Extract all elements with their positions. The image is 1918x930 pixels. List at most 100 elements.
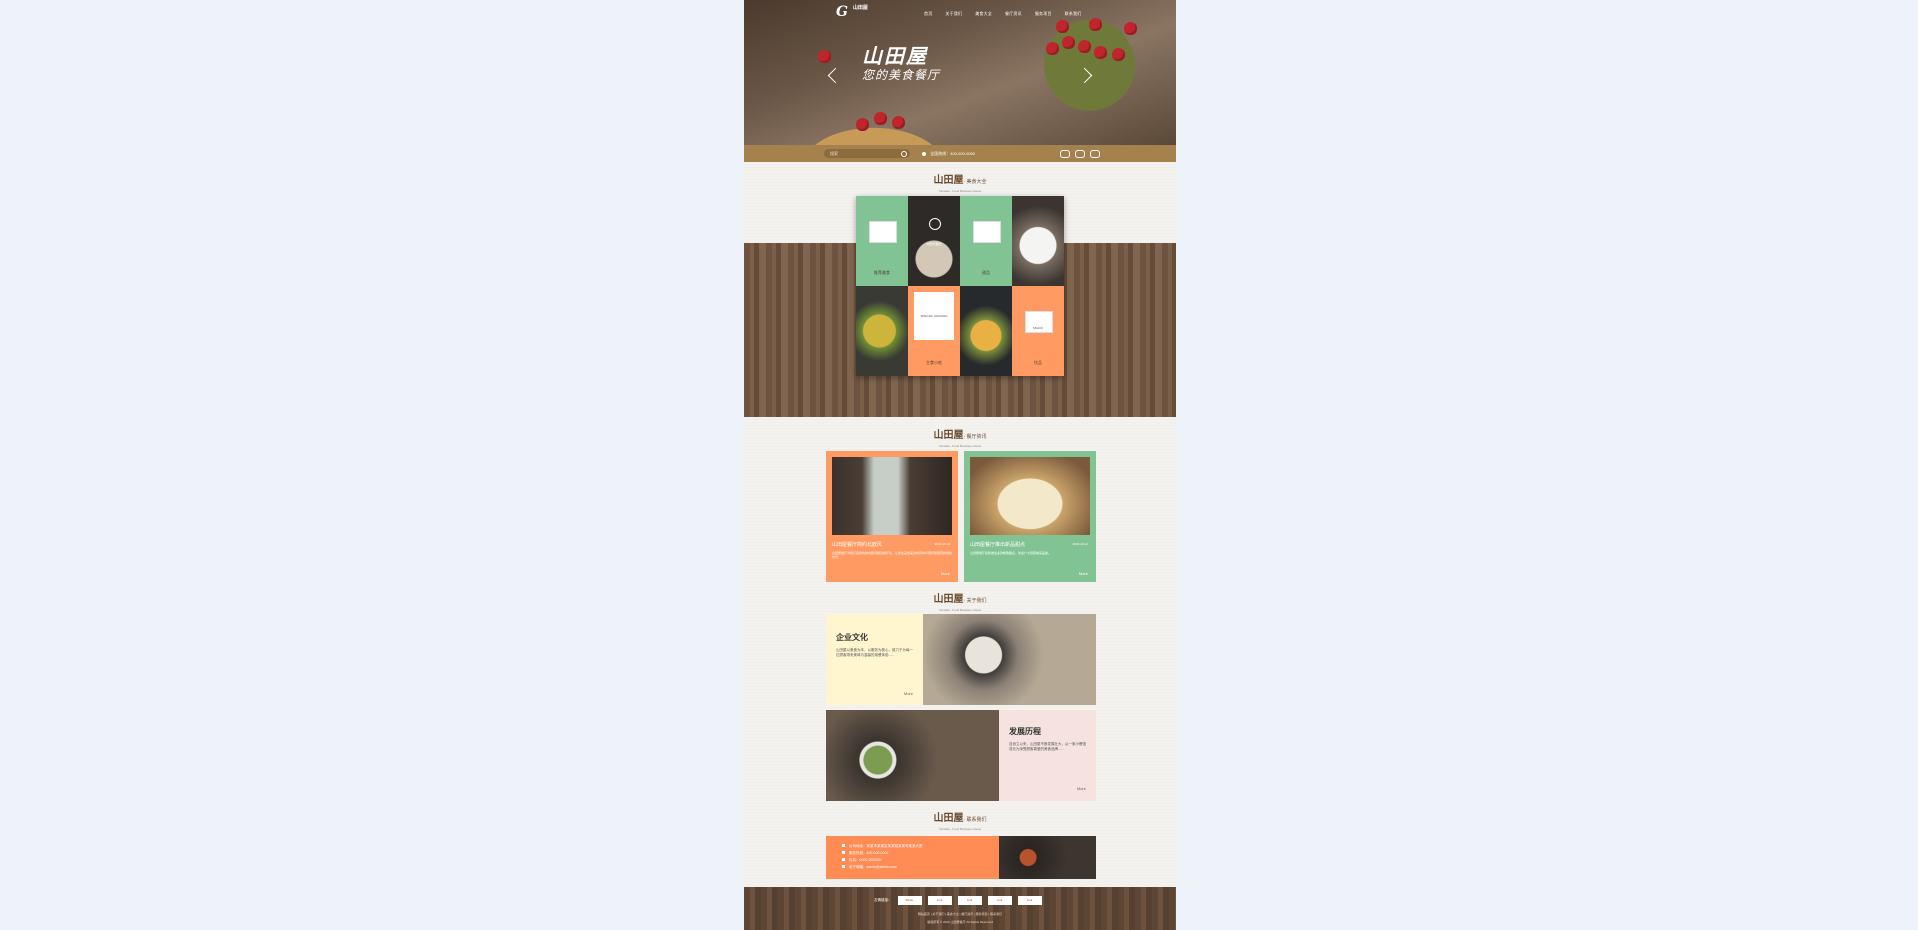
news-image (832, 457, 952, 535)
news-more-link[interactable]: More (941, 571, 950, 576)
section-title: 山田屋 (933, 813, 964, 824)
culture-panel: 企业文化 山田屋以美食为本，以服务为核心，致力于为每一位顾客带来美味与温馨的用餐… (826, 614, 923, 705)
strawberry-decor (1046, 42, 1059, 55)
culture-text: 山田屋以美食为本，以服务为核心，致力于为每一位顾客带来美味与温馨的用餐体验...… (836, 648, 913, 657)
section-subtitle: · 关于我们 (963, 598, 987, 604)
menu-tile[interactable] (960, 286, 1012, 376)
nav-item-contact[interactable]: 联系我们 (1065, 11, 1082, 17)
menu-tile[interactable]: SPECIAL CHICKEN 主食小吃 (908, 286, 960, 376)
strawberry-decor (1078, 40, 1091, 53)
food-photo (856, 286, 908, 376)
menu-tile[interactable]: 中西式餐饮 (908, 196, 960, 286)
section-en: Yamada - Food Boutique House (938, 444, 982, 448)
menu-card: SPECIAL CHICKEN (914, 292, 954, 340)
menu-tile-label: 推荐美食 (874, 270, 890, 275)
menu-tile-label: 甜品 (982, 270, 990, 275)
menu-tile[interactable] (856, 286, 908, 376)
food-photo (960, 286, 1012, 376)
strawberry-decor (1089, 18, 1102, 31)
menu-tile[interactable] (1012, 196, 1064, 286)
section-heading-contact: 山田屋· 联系我们 Yamada - Food Boutique House (744, 808, 1176, 831)
news-date: 2016-10-12 (934, 542, 950, 546)
section-subtitle: · 餐厅资讯 (963, 434, 987, 440)
menu-tile-label: 饮品 (1034, 360, 1042, 365)
news-title[interactable]: 山田屋餐厅简约北欧风 (832, 541, 882, 548)
strawberry-decor (874, 112, 887, 125)
site-logo[interactable]: G 山田屋 (836, 4, 868, 20)
slider-next-icon[interactable] (1076, 67, 1093, 84)
culture-title: 企业文化 (836, 633, 868, 642)
strawberry-decor (1094, 46, 1107, 59)
strawberry-decor (1056, 20, 1069, 33)
menu-tile[interactable]: 甜品 (960, 196, 1012, 286)
section-title: 山田屋 (933, 175, 964, 186)
food-photo (1012, 196, 1064, 286)
hotline: 全国热线：400-000-0000 (922, 151, 975, 157)
search-input[interactable]: 搜索 (824, 149, 910, 158)
section-en: Yamada - Food Boutique House (938, 608, 982, 612)
history-text: 自创立以来，山田屋不断发展壮大，从一家小餐馆成长为深受顾客喜爱的美食品牌....… (1009, 742, 1086, 751)
hero-banner: G 山田屋 首页 关于我们 美食大全 餐厅资讯 服务项目 联系我们 山田屋 您的… (744, 0, 1176, 145)
news-card[interactable]: 山田屋餐厅推出新品甜点 2016-10-12 山田屋餐厅最新推出多款精致甜点，欢… (964, 451, 1096, 582)
strawberry-decor (892, 116, 905, 129)
section-title: 山田屋 (933, 430, 964, 441)
history-more-link[interactable]: More (1077, 786, 1086, 791)
contact-panel: 公司地址：某某市某某区某某路某某号某某大厦 服务热线：400-000-0000 … (826, 836, 1096, 879)
menu-badge (973, 221, 1001, 243)
wechat-icon[interactable] (1090, 150, 1100, 158)
partner-logo[interactable]: Link (987, 896, 1012, 905)
partner-logo[interactable]: Link (927, 896, 952, 905)
copyright: 版权所有 © 2016 山田屋餐厅 All Rights Reserved (927, 920, 993, 924)
hotline-text: 全国热线：400-000-0000 (930, 151, 976, 156)
strawberry-decor (1062, 36, 1075, 49)
contact-email: 电子邮箱：admin@admin.com (842, 865, 897, 870)
nav-item-about[interactable]: 关于我们 (945, 11, 962, 17)
logo-text: 山田屋 (852, 5, 868, 11)
nav-item-home[interactable]: 首页 (924, 11, 932, 17)
restaurant-icon (929, 218, 941, 230)
partner-logo[interactable]: Link (957, 896, 982, 905)
nav-item-menu[interactable]: 美食大全 (975, 11, 992, 17)
news-date: 2016-10-12 (1072, 542, 1088, 546)
news-desc: 山田屋餐厅为您打造简约的北欧风格就餐环境，让您在品尝美食的同时享受舒适惬意的用餐… (832, 551, 953, 559)
slider-prev-icon[interactable] (827, 67, 844, 84)
menu-tile[interactable]: 推荐美食 (856, 196, 908, 286)
contact-photo (999, 836, 1096, 879)
footer: 友情链接： Baidu Link Link Link Link 网站首页 | 关… (744, 887, 1176, 930)
hero-title: 山田屋 (862, 44, 928, 68)
news-more-link[interactable]: More (1079, 571, 1088, 576)
dessert-photo (923, 614, 1096, 705)
nav-item-services[interactable]: 服务项目 (1035, 11, 1052, 17)
strawberry-decor (818, 50, 831, 63)
mail-icon (842, 865, 845, 868)
nav-item-news[interactable]: 餐厅资讯 (1005, 11, 1022, 17)
news-title[interactable]: 山田屋餐厅推出新品甜点 (970, 541, 1025, 548)
search-icon[interactable] (901, 151, 907, 157)
news-card[interactable]: 山田屋餐厅简约北欧风 2016-10-12 山田屋餐厅为您打造简约的北欧风格就餐… (826, 451, 958, 582)
section-en: Yamada - Food Boutique House (938, 827, 982, 831)
weibo-icon[interactable] (1075, 150, 1085, 158)
section-title: 山田屋 (933, 594, 964, 605)
menu-card-text: SNACK (1032, 326, 1044, 330)
menu-tile[interactable]: SNACK 饮品 (1012, 286, 1064, 376)
menu-card-text: SPECIAL CHICKEN (920, 314, 948, 318)
partner-logo[interactable]: Link (1017, 896, 1042, 905)
news-image (970, 457, 1090, 535)
user-icon[interactable] (1060, 150, 1070, 158)
main-nav: 首页 关于我们 美食大全 餐厅资讯 服务项目 联系我们 (924, 11, 1081, 17)
phone-icon (922, 151, 926, 156)
contact-line[interactable]: 电子邮箱：admin@admin.com (849, 865, 897, 869)
section-heading-menu: 山田屋· 美食大全 Yamada - Food Boutique House (744, 170, 1176, 193)
culture-more-link[interactable]: More (904, 691, 913, 696)
contact-line: 服务热线：400-000-0000 (849, 851, 889, 855)
strawberry-decor (856, 118, 869, 131)
history-panel: 发展历程 自创立以来，山田屋不断发展壮大，从一家小餐馆成长为深受顾客喜爱的美食品… (999, 710, 1096, 801)
contact-info: 公司地址：某某市某某区某某路某某号某某大厦 服务热线：400-000-0000 … (826, 836, 999, 879)
section-heading-news: 山田屋· 餐厅资讯 Yamada - Food Boutique House (744, 425, 1176, 448)
partner-logo[interactable]: Baidu (897, 896, 922, 905)
contact-fax: 传真：0000-0000000 (842, 858, 882, 863)
contact-line: 传真：0000-0000000 (849, 858, 883, 862)
contact-line: 公司地址：某某市某某区某某路某某号某某大厦 (849, 844, 923, 848)
contact-address: 公司地址：某某市某某区某某路某某号某某大厦 (842, 844, 923, 849)
footer-nav[interactable]: 网站首页 | 关于我们 | 美食大全 | 餐厅资讯 | 服务项目 | 联系我们 (744, 912, 1176, 916)
